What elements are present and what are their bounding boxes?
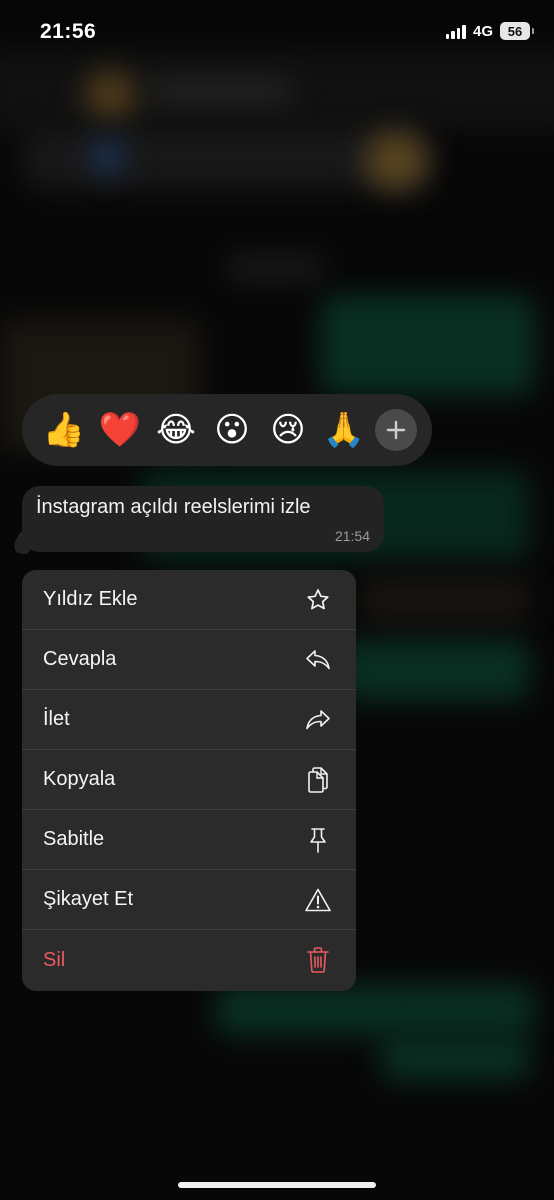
star-icon — [304, 586, 332, 614]
menu-item-label: Sil — [43, 948, 66, 971]
menu-item-label: Cevapla — [43, 648, 117, 670]
message-text: İnstagram açıldı reelslerimi izle — [36, 496, 311, 518]
more-reactions-button[interactable] — [375, 409, 417, 451]
network-type: 4G — [472, 22, 493, 40]
menu-item-label: İlet — [43, 708, 70, 730]
status-time: 21:56 — [40, 20, 97, 43]
menu-item-label: Kopyala — [43, 768, 116, 790]
forward-icon — [304, 706, 332, 734]
reaction-bar: 👍 ❤️ 😂 😮 😢 🙏 — [22, 394, 432, 466]
menu-item-reply[interactable]: Cevapla — [22, 630, 356, 690]
reaction-crying[interactable]: 😢 — [260, 402, 316, 458]
menu-item-forward[interactable]: İlet — [22, 690, 356, 750]
reaction-thumbs-up[interactable]: 👍 — [36, 402, 92, 458]
menu-item-copy[interactable]: Kopyala — [22, 750, 356, 810]
menu-item-label: Yıldız Ekle — [43, 588, 138, 610]
message-context-menu: Yıldız Ekle Cevapla İlet Kopyala Sabitle… — [22, 570, 356, 991]
selected-message-bubble[interactable]: İnstagram açıldı reelslerimi izle 21:54 — [22, 486, 384, 552]
menu-item-delete[interactable]: Sil — [22, 930, 356, 990]
home-indicator[interactable] — [178, 1182, 376, 1188]
menu-item-report[interactable]: Şikayet Et — [22, 870, 356, 930]
copy-icon — [304, 766, 332, 794]
reply-icon — [304, 646, 332, 674]
cellular-signal-icon — [445, 23, 466, 39]
warning-icon — [304, 886, 332, 914]
reaction-laughing[interactable]: 😂 — [148, 402, 204, 458]
status-indicators: 4G 56 — [445, 22, 534, 40]
trash-icon — [304, 946, 332, 974]
battery-level: 56 — [507, 23, 523, 39]
message-timestamp: 21:54 — [334, 528, 370, 544]
reaction-heart[interactable]: ❤️ — [92, 402, 148, 458]
menu-item-label: Sabitle — [43, 828, 105, 850]
menu-item-star[interactable]: Yıldız Ekle — [22, 570, 356, 630]
battery-icon: 56 — [500, 22, 534, 40]
reaction-surprised[interactable]: 😮 — [204, 402, 260, 458]
menu-item-pin[interactable]: Sabitle — [22, 810, 356, 870]
plus-icon — [386, 420, 406, 440]
reaction-praying[interactable]: 🙏 — [316, 402, 372, 458]
menu-item-label: Şikayet Et — [43, 888, 134, 910]
pin-icon — [304, 826, 332, 854]
